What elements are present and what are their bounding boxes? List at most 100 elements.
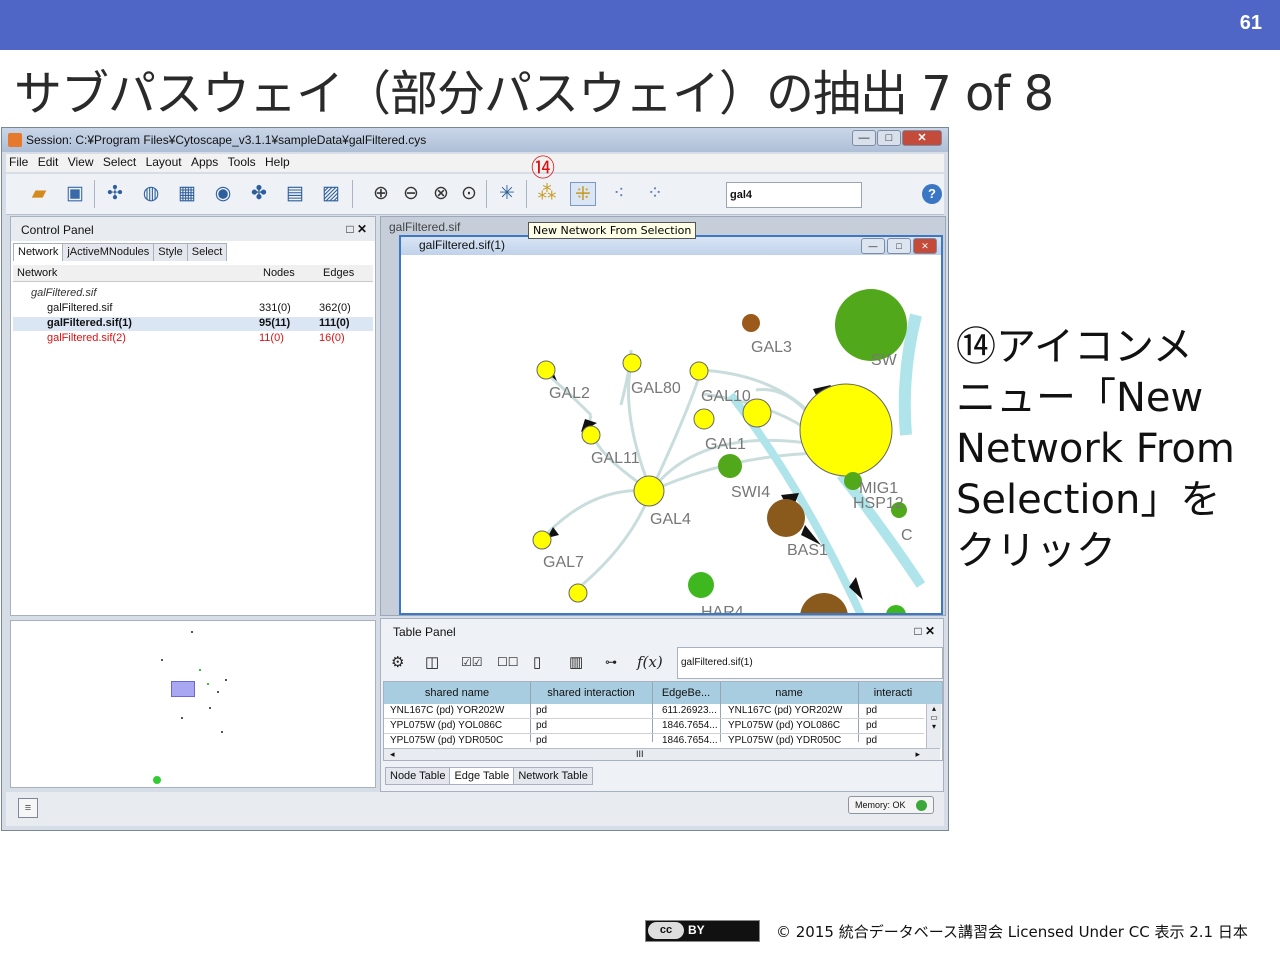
col-edgebetweenness[interactable]: EdgeBe... [652,687,720,699]
link-icon[interactable]: ⊶ [605,655,617,669]
window-title: Session: C:¥Program Files¥Cytoscape_v3.1… [26,133,427,147]
cytoscape-app-icon [8,133,22,147]
delete-icon[interactable]: ▥ [569,653,583,671]
maximize-button[interactable]: □ [877,130,901,146]
search-input[interactable]: gal4 [726,182,862,208]
vertical-scrollbar[interactable]: ▴ ▭ ▾ [926,704,941,748]
col-edges[interactable]: Edges [323,267,354,279]
node-label-har4: HAR4 [701,604,744,615]
export-network-icon[interactable]: ✤ [246,182,272,206]
caption-line: クリック [956,528,1116,574]
background-network-title: galFiltered.sif [389,220,461,234]
node-label-gal11: GAL11 [591,450,640,467]
hide-selected-icon[interactable]: ⁖ [606,182,632,206]
tab-select[interactable]: Select [186,243,228,261]
caption-line: ⑭アイコンメ [956,324,1193,370]
menu-edit[interactable]: Edit [35,154,62,170]
tab-network-table[interactable]: Network Table [513,767,593,785]
network-row[interactable]: galFiltered.sif 331(0) 362(0) [13,302,373,316]
view-minimize-button[interactable]: — [861,238,885,254]
network-canvas[interactable]: GAL3 GAL2 GAL80 GAL10 GAL1 GAL11 GAL4 GA… [401,255,941,615]
table-row[interactable]: YPL075W (pd) YDR050C pd 1846.7654... YPL… [384,734,924,749]
table-row[interactable]: YNL167C (pd) YOR202W pd 611.26923... YNL… [384,704,924,719]
new-network-selected-edges-icon[interactable]: ⁜ [570,182,596,206]
network-view-titlebar: galFiltered.sif(1) — □ ✕ [401,237,941,255]
zoom-out-icon[interactable]: ⊖ [398,182,424,206]
table-row[interactable]: YPL075W (pd) YOL086C pd 1846.7654... YPL… [384,719,924,734]
new-column-icon[interactable]: ▯ [533,653,541,671]
menu-apps[interactable]: Apps [188,154,221,170]
col-shared-interaction[interactable]: shared interaction [530,687,652,699]
horizontal-scrollbar[interactable]: ◂ III ▸ [384,748,940,760]
gear-icon[interactable]: ⚙ [391,653,404,671]
overview-viewport[interactable] [171,681,195,697]
close-button[interactable]: ✕ [902,130,942,146]
show-all-icon[interactable]: ⁘ [642,182,668,206]
menu-layout[interactable]: Layout [143,154,185,170]
view-maximize-button[interactable]: □ [887,238,911,254]
node-label-gal7: GAL7 [543,554,584,571]
col-interaction[interactable]: interacti [858,687,928,699]
zoom-selected-icon[interactable]: ⊙ [456,182,482,206]
tab-jactivemodules[interactable]: jActiveMNodules [62,243,155,261]
columns-icon[interactable]: ◫ [425,653,439,671]
select-all-icon[interactable]: ☑☑ [461,655,483,669]
tab-style[interactable]: Style [153,243,188,261]
apply-layout-icon[interactable]: ✳ [494,182,520,206]
import-network-file-icon[interactable]: ✣ [102,182,128,206]
minimize-button[interactable]: — [852,130,876,146]
menu-tools[interactable]: Tools [225,154,259,170]
view-close-button[interactable]: ✕ [913,238,937,254]
col-name[interactable]: name [720,687,858,699]
export-table-icon[interactable]: ▤ [282,182,308,206]
deselect-all-icon[interactable]: ☐☐ [497,655,519,669]
new-network-from-selection-icon[interactable]: ⁂ [534,182,560,206]
network-row[interactable]: galFiltered.sif(2) 11(0) 16(0) [13,332,373,346]
network-row-selected[interactable]: galFiltered.sif(1) 95(11) 111(0) [13,317,373,331]
node-label-gal80: GAL80 [631,380,681,397]
node-label-sw: SW [871,352,898,369]
table-panel-window-controls[interactable]: □ ✕ [914,624,935,638]
copyright-notice: © 2015 統合データベース講習会 Licensed Under CC 表示 … [776,923,1248,941]
node-label-gal4: GAL4 [650,511,691,528]
memory-status-button[interactable]: Memory: OK [848,796,934,814]
function-builder-icon[interactable]: f(x) [637,653,663,671]
network-root[interactable]: galFiltered.sif [13,287,373,301]
control-panel-window-controls[interactable]: □ ✕ [346,222,367,236]
node-label-hsp12: HSP12 [853,495,904,512]
save-icon[interactable]: ▣ [62,182,88,206]
menu-view[interactable]: View [65,154,97,170]
import-table-url-icon[interactable]: ◉ [210,182,236,206]
network-view-area: galFiltered.sif galFiltered.sif(1) —□✕ [380,216,946,616]
import-network-url-icon[interactable]: ◍ [138,182,164,206]
task-history-icon[interactable]: ≡ [18,798,38,818]
help-icon[interactable]: ? [922,184,942,204]
node-label-swi4: SWI4 [731,484,770,501]
slide-title: サブパスウェイ（部分パスウェイ）の抽出 7 of 8 [14,66,1054,122]
network-overview[interactable] [10,620,376,788]
network-list: Network Nodes Edges galFiltered.sif galF… [13,265,373,345]
slide-caption: ⑭アイコンメ ニュー「New Network From Selection」を … [956,322,1266,577]
zoom-in-icon[interactable]: ⊕ [368,182,394,206]
import-table-file-icon[interactable]: ▦ [174,182,200,206]
col-shared-name[interactable]: shared name [384,687,530,699]
export-image-icon[interactable]: ▨ [318,182,344,206]
node-label-gal1: GAL1 [705,436,746,453]
network-view-window[interactable]: galFiltered.sif(1) — □ ✕ GAL3 GAL2 GAL80… [399,235,943,615]
tab-node-table[interactable]: Node Table [385,767,451,785]
edge-table: shared name shared interaction EdgeBe...… [383,681,943,761]
node-label-bas1: BAS1 [787,542,828,559]
col-nodes[interactable]: Nodes [263,267,295,279]
caption-line: ニュー「New [956,375,1204,421]
tab-network[interactable]: Network [13,243,64,261]
menu-select[interactable]: Select [100,154,139,170]
tab-edge-table[interactable]: Edge Table [449,767,515,785]
open-folder-icon[interactable]: ▰ [26,182,52,206]
cc-license-badge: cc BY [645,920,760,942]
menu-file[interactable]: File [6,154,31,170]
menu-help[interactable]: Help [262,154,293,170]
col-network[interactable]: Network [17,267,57,279]
table-selector[interactable]: galFiltered.sif(1) [677,647,943,679]
node-label-gal2: GAL2 [549,385,590,402]
zoom-fit-icon[interactable]: ⊗ [428,182,454,206]
